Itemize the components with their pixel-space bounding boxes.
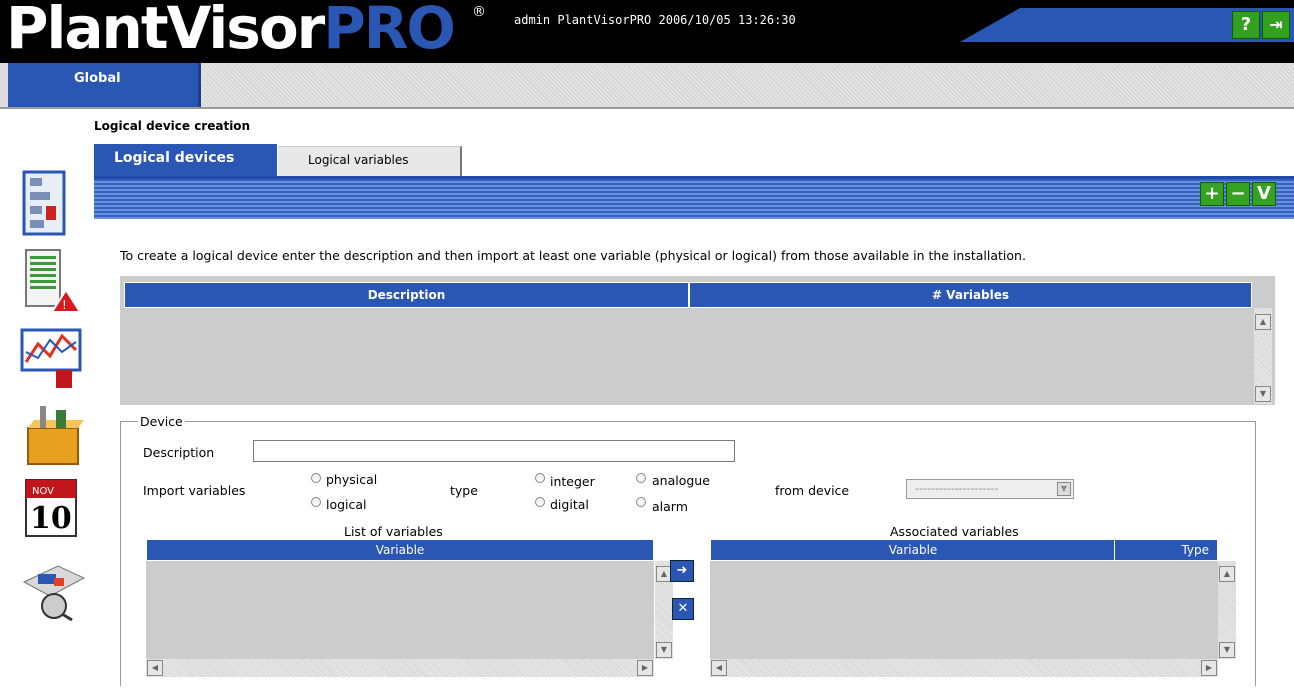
radio-alarm-label: alarm <box>652 499 688 514</box>
from-device-select[interactable]: --------------------- ▼ <box>906 479 1074 499</box>
device-legend: Device <box>138 414 185 429</box>
tab-logical-variables[interactable]: Logical variables <box>278 146 462 177</box>
add-button[interactable]: + <box>1200 182 1224 206</box>
scroll-right-button[interactable]: ▶ <box>1201 660 1217 676</box>
remove-button[interactable]: − <box>1226 182 1250 206</box>
scroll-up-button[interactable]: ▲ <box>1219 566 1235 582</box>
variables-list-hscroll[interactable] <box>146 659 654 677</box>
calendar-month: NOV <box>32 486 54 497</box>
import-variables-label: Import variables <box>143 483 246 498</box>
toolbar <box>94 176 1294 219</box>
radio-logical[interactable] <box>311 497 321 507</box>
confirm-button[interactable]: V <box>1252 182 1276 206</box>
scroll-up-button[interactable]: ▲ <box>1255 314 1271 330</box>
session-info: admin PlantVisorPRO 2006/10/05 13:26:30 <box>514 13 796 27</box>
instructions-text: To create a logical device enter the des… <box>120 248 1026 263</box>
scroll-left-button[interactable]: ◀ <box>147 660 163 676</box>
add-variable-button[interactable]: ➜ <box>670 560 694 582</box>
column-variables-count[interactable]: # Variables <box>689 282 1252 308</box>
tab-logical-devices-label: Logical devices <box>114 150 235 166</box>
graph-icon[interactable] <box>18 322 88 392</box>
app-logo: PlantVisorPRO <box>6 0 456 68</box>
scroll-down-button[interactable]: ▼ <box>1255 386 1271 402</box>
radio-analogue-label: analogue <box>652 473 710 488</box>
list-of-variables-title: List of variables <box>344 524 443 539</box>
page-title: Logical device creation <box>94 119 251 133</box>
site-layout-icon[interactable] <box>18 168 88 238</box>
minus-icon: − <box>1230 183 1246 204</box>
logo-accent-text: PRO <box>323 0 455 62</box>
radio-logical-label: logical <box>326 497 367 512</box>
from-device-value: --------------------- <box>915 482 999 495</box>
calendar-day: 10 <box>30 501 72 536</box>
radio-alarm[interactable] <box>636 497 646 507</box>
tab-bar-background <box>200 66 1294 104</box>
type-label: type <box>450 483 478 498</box>
header-accent-notch <box>960 8 1020 42</box>
scroll-left-button[interactable]: ◀ <box>711 660 727 676</box>
column-description[interactable]: Description <box>124 282 689 308</box>
associated-list-hscroll[interactable] <box>710 659 1218 677</box>
tab-logical-devices[interactable]: Logical devices <box>94 144 277 176</box>
plant-schematic-icon[interactable] <box>18 552 88 622</box>
tab-divider <box>198 63 201 107</box>
calendar-icon[interactable]: NOV 10 <box>18 470 88 540</box>
tools-box-icon[interactable] <box>18 400 88 470</box>
scroll-down-button[interactable]: ▼ <box>656 642 672 658</box>
alarm-list-icon[interactable]: ! <box>18 246 88 316</box>
exit-button[interactable]: ⇥ <box>1262 11 1290 39</box>
description-label: Description <box>143 445 215 460</box>
tab-global[interactable]: Global <box>8 63 198 107</box>
x-delete-icon: ✕ <box>677 601 689 616</box>
tab-global-label: Global <box>74 71 121 86</box>
question-mark-icon: ? <box>1240 14 1252 35</box>
arrow-right-icon: ➜ <box>676 563 688 578</box>
chevron-down-icon: ▼ <box>1057 482 1071 496</box>
radio-integer-label: integer <box>550 474 595 489</box>
radio-physical[interactable] <box>311 473 321 483</box>
tab-logical-variables-label: Logical variables <box>308 153 409 167</box>
plus-icon: + <box>1204 183 1220 204</box>
radio-analogue[interactable] <box>636 473 646 483</box>
scroll-right-button[interactable]: ▶ <box>637 660 653 676</box>
check-icon: V <box>1257 183 1271 204</box>
scroll-down-button[interactable]: ▼ <box>1219 642 1235 658</box>
exit-door-icon: ⇥ <box>1269 15 1283 34</box>
description-input[interactable] <box>253 440 735 462</box>
help-button[interactable]: ? <box>1232 11 1260 39</box>
associated-variables-title: Associated variables <box>890 524 1019 539</box>
radio-digital[interactable] <box>535 497 545 507</box>
assoc-column-type[interactable]: Type <box>1114 539 1218 561</box>
radio-physical-label: physical <box>326 472 378 487</box>
from-device-label: from device <box>775 483 850 498</box>
radio-integer[interactable] <box>535 473 545 483</box>
registered-mark: ® <box>472 4 486 20</box>
remove-variable-button[interactable]: ✕ <box>672 598 694 620</box>
logo-text: PlantVisor <box>6 0 325 62</box>
assoc-column-variable[interactable]: Variable <box>710 539 1116 561</box>
radio-digital-label: digital <box>550 497 589 512</box>
svg-text:!: ! <box>62 298 67 312</box>
list-column-variable[interactable]: Variable <box>146 539 654 561</box>
